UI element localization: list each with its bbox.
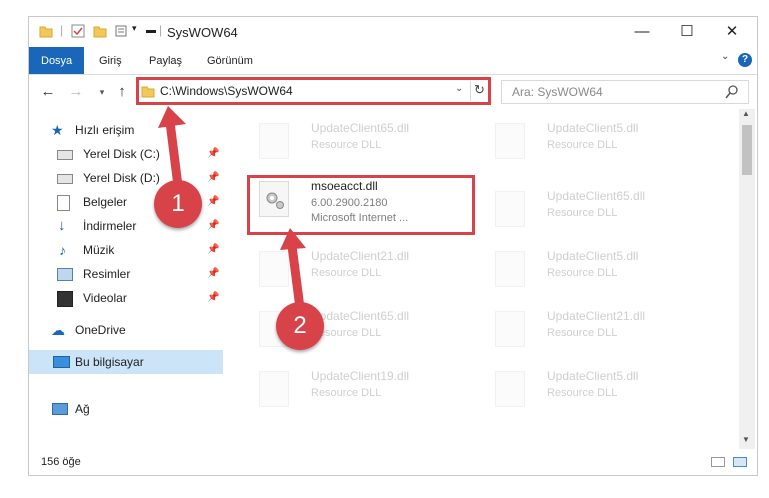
- callout-arrows: [158, 106, 306, 309]
- step-badge-1: 1: [154, 180, 202, 228]
- step-badge-2: 2: [276, 302, 324, 350]
- arrow-1-head: [158, 106, 186, 128]
- arrow-2: [287, 245, 305, 309]
- arrow-1: [165, 121, 183, 187]
- arrow-2-head: [280, 228, 306, 250]
